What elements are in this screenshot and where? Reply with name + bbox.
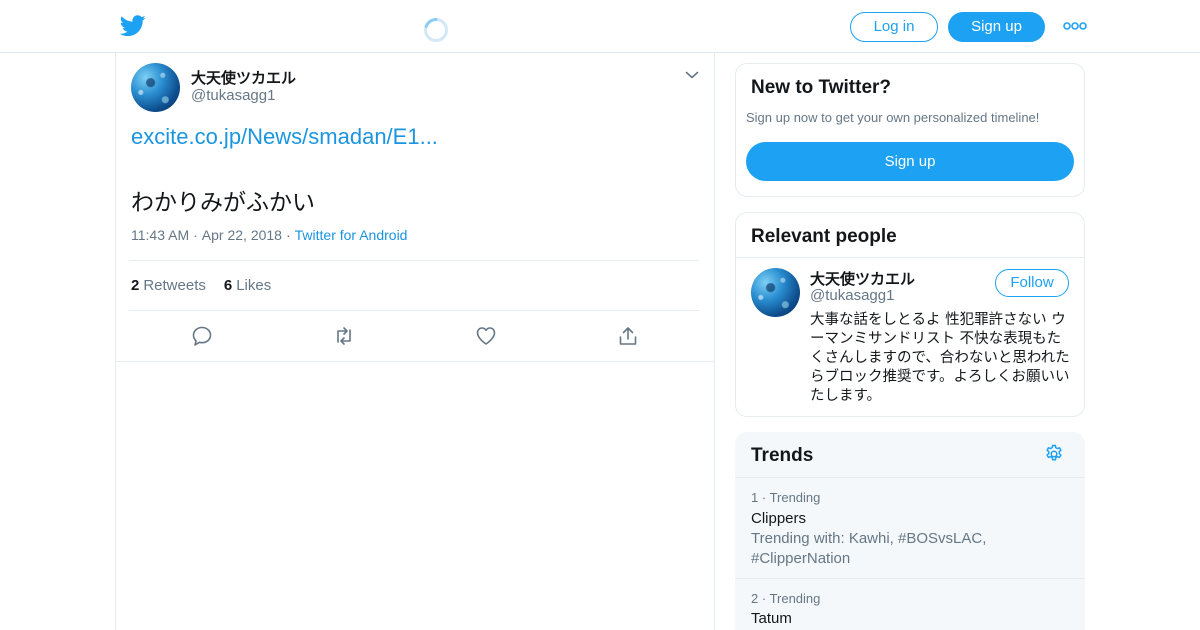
divider [735,477,1085,478]
divider [129,260,699,261]
trends-card: Trends 1 · Trending Clippers Trending wi… [735,432,1085,630]
reply-icon[interactable] [191,325,213,347]
tweet-source[interactable]: Twitter for Android [295,227,408,243]
likes-stat[interactable]: 6 Likes [224,277,271,294]
likes-label: Likes [236,277,272,294]
gear-icon[interactable] [1044,444,1064,464]
retweets-count: 2 [131,277,140,294]
loading-spinner-icon [424,18,448,42]
tweet-card: 大天使ツカエル @tukasagg1 excite.co.jp/News/sma… [116,53,714,362]
tweet-column: 大天使ツカエル @tukasagg1 excite.co.jp/News/sma… [115,53,715,630]
signup-button[interactable]: Sign up [948,12,1045,42]
trend-rank: 1 · Trending [751,490,821,505]
retweets-label: Retweets [143,277,206,294]
twitter-bird-icon[interactable] [120,15,146,37]
meta-separator: · [193,227,198,243]
person-bio: 大事な話をしとるよ 性犯罪許さない ウーマンミサンドリスト 不快な表現もたくさん… [810,312,1070,404]
tweet-time[interactable]: 11:43 AM [131,227,189,243]
new-to-twitter-card: New to Twitter? Sign up now to get your … [735,63,1085,197]
tweet-meta: 11:43 AM · Apr 22, 2018 · Twitter for Androi… [131,227,407,243]
tweet-link[interactable]: excite.co.jp/News/smadan/E1... [131,124,438,150]
trend-name: Clippers [751,510,807,527]
share-icon[interactable] [617,325,639,347]
like-heart-icon[interactable] [475,325,497,347]
person-name[interactable]: 大天使ツカエル [810,268,915,289]
signup-subtitle: Sign up now to get your own personalized… [746,110,1040,125]
card-title: Trends [751,445,814,466]
divider [735,578,1085,579]
tweet-stats: 2 Retweets 6 Likes [131,277,271,294]
relevant-people-card: Relevant people 大天使ツカエル @tukasagg1 Follo… [735,212,1085,417]
divider [129,310,699,311]
meta-separator: · [285,227,291,243]
avatar[interactable] [751,268,800,317]
tweet-author-handle[interactable]: @tukasagg1 [191,87,275,104]
signup-card-button[interactable]: Sign up [746,142,1074,181]
tweet-author-name[interactable]: 大天使ツカエル [191,67,296,88]
person-handle[interactable]: @tukasagg1 [810,287,894,304]
chevron-down-icon[interactable] [685,70,699,80]
retweet-icon[interactable] [333,325,355,347]
tweet-date[interactable]: Apr 22, 2018 [202,227,282,243]
tweet-text: わかりみがふかい [131,190,315,216]
likes-count: 6 [223,277,233,294]
avatar[interactable] [131,63,180,112]
trend-name: Tatum [751,610,792,627]
divider [736,257,1084,258]
retweets-stat[interactable]: 2 Retweets [131,277,206,294]
card-title: New to Twitter? [751,77,892,98]
trend-context: Trending with: Kawhi, #BOSvsLAC, #Clippe… [751,530,987,567]
follow-button[interactable]: Follow [995,269,1069,297]
login-button[interactable]: Log in [850,12,938,42]
more-options-icon[interactable] [1063,20,1087,32]
top-nav-bar: Log in Sign up [0,0,1200,53]
card-title: Relevant people [751,226,897,247]
trend-rank: 2 · Trending [751,591,821,606]
